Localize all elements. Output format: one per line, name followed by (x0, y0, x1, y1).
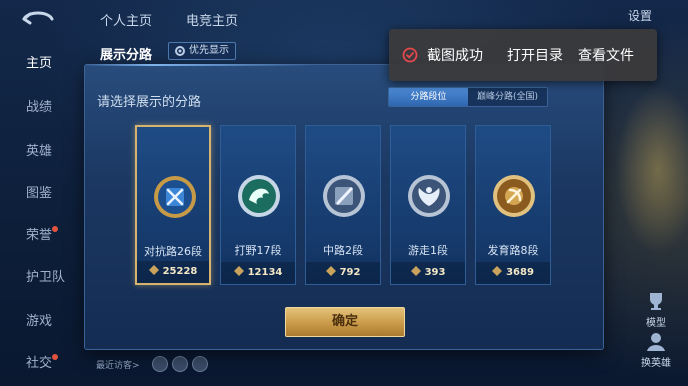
gem-icon (410, 266, 421, 276)
lane-score: 25228 (137, 261, 209, 283)
left-nav-label: 主页 (26, 56, 53, 71)
lane-score-value: 12134 (247, 267, 283, 278)
left-nav-item-record[interactable]: 战绩 (0, 88, 80, 128)
header-underline (84, 64, 314, 66)
tab-personal-home[interactable]: 个人主页 (100, 10, 152, 29)
avatar[interactable] (152, 356, 168, 372)
left-nav-label: 社交 (26, 356, 53, 371)
lane-score-value: 25228 (162, 266, 198, 277)
wings-icon (408, 175, 450, 217)
lane-card-top[interactable]: 对抗路26段 25228 (135, 125, 211, 285)
tab-lane-rank[interactable]: 分路段位 (389, 88, 468, 106)
model-button[interactable]: 模型 (634, 290, 678, 329)
lane-card-mid[interactable]: 中路2段 792 (305, 125, 381, 285)
settings-button[interactable]: 设置 (628, 7, 652, 24)
dialog-header: 展示分路 优先显示 (84, 40, 384, 66)
lane-tab-group: 分路段位 巅峰分路(全国) (388, 87, 548, 107)
lane-name: 游走1段 (408, 244, 448, 257)
lane-name: 中路2段 (323, 244, 363, 257)
lane-score: 12134 (221, 262, 295, 284)
lane-score: 792 (306, 262, 380, 284)
sword-cross-icon (154, 176, 196, 218)
gem-icon (233, 266, 244, 276)
left-nav-label: 战绩 (26, 100, 53, 115)
model-label: 模型 (646, 318, 666, 329)
notification-dot (52, 354, 58, 360)
dragon-icon (238, 175, 280, 217)
avatar[interactable] (192, 356, 208, 372)
lane-display-dialog: 请选择展示的分路 分路段位 巅峰分路(全国) 对抗路26段 25228 打野17… (84, 64, 604, 350)
lane-score-value: 393 (424, 267, 446, 278)
gear-icon (175, 46, 185, 56)
left-nav-item-home[interactable]: 主页 (0, 44, 80, 84)
switch-hero-label: 换英雄 (641, 358, 671, 369)
left-nav-label: 荣誉 (26, 228, 53, 243)
tab-peak-lane-national[interactable]: 巅峰分路(全国) (468, 88, 547, 106)
left-nav-label: 游戏 (26, 314, 53, 329)
left-nav-item-heroes[interactable]: 英雄 (0, 132, 80, 172)
lane-score-value: 792 (339, 267, 361, 278)
gem-icon (148, 265, 159, 275)
check-circle-icon (402, 47, 418, 63)
left-nav-item-social[interactable]: 社交 (0, 344, 80, 384)
left-nav-label: 图鉴 (26, 186, 53, 201)
staff-icon (323, 175, 365, 217)
trophy-icon (650, 293, 662, 310)
notification-dot (52, 226, 58, 232)
toast-message: 截图成功 (427, 48, 483, 64)
lane-card-jungle[interactable]: 打野17段 12134 (220, 125, 296, 285)
back-arrow-icon[interactable] (18, 8, 58, 30)
lane-name: 对抗路26段 (144, 245, 202, 258)
open-directory-link[interactable]: 打开目录 (507, 45, 563, 65)
dialog-instruction: 请选择展示的分路 (97, 95, 202, 110)
left-nav-item-games[interactable]: 游戏 (0, 302, 80, 342)
view-file-link[interactable]: 查看文件 (578, 45, 634, 65)
lane-card-bot[interactable]: 发育路8段 3689 (475, 125, 551, 285)
gem-icon (492, 266, 503, 276)
lane-score: 3689 (476, 262, 550, 284)
left-nav-label: 护卫队 (26, 270, 66, 285)
lane-score: 393 (391, 262, 465, 284)
switch-hero-button[interactable]: 换英雄 (634, 330, 678, 369)
bow-icon (493, 175, 535, 217)
lane-score-value: 3689 (506, 267, 534, 278)
gem-icon (325, 266, 336, 276)
lane-name: 打野17段 (234, 244, 282, 257)
tab-esports-home[interactable]: 电竞主页 (186, 10, 238, 29)
left-nav-item-guard[interactable]: 护卫队 (0, 258, 80, 298)
recent-visitors-link[interactable]: 最近访客> (96, 358, 140, 371)
avatar[interactable] (172, 356, 188, 372)
left-nav-label: 英雄 (26, 144, 53, 159)
lane-card-roam[interactable]: 游走1段 393 (390, 125, 466, 285)
priority-display-label: 优先显示 (189, 45, 229, 56)
dialog-title: 展示分路 (100, 48, 153, 63)
left-nav-item-codex[interactable]: 图鉴 (0, 174, 80, 214)
lane-name: 发育路8段 (487, 244, 539, 257)
priority-display-button[interactable]: 优先显示 (168, 42, 236, 60)
left-nav-item-honor[interactable]: 荣誉 (0, 216, 80, 256)
confirm-button[interactable]: 确定 (285, 307, 405, 337)
hero-switch-icon (647, 333, 665, 351)
screenshot-toast: 截图成功 打开目录 查看文件 (389, 29, 657, 81)
